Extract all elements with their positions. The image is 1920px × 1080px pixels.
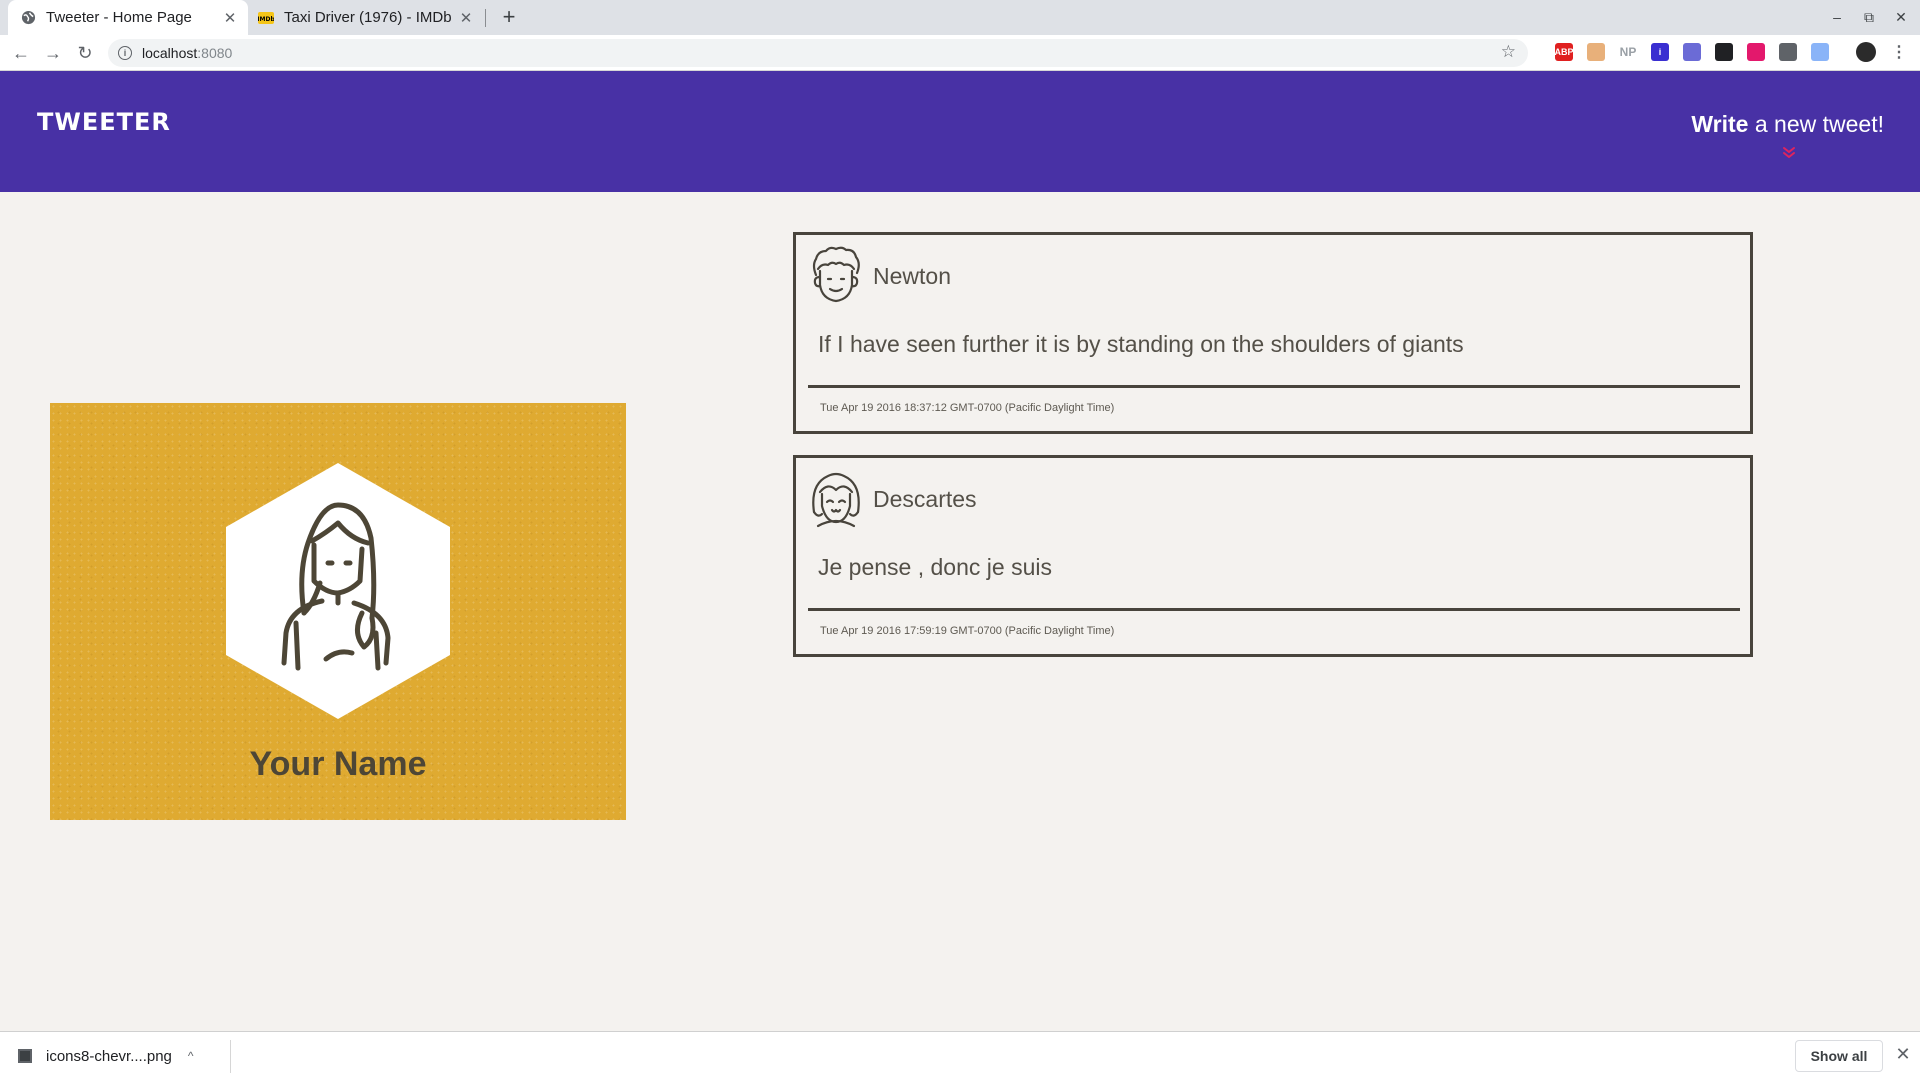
info-extension-icon[interactable]: i <box>1651 43 1669 61</box>
brand-logo[interactable]: TWEETER <box>37 108 171 136</box>
tab-tweeter-home[interactable]: Tweeter - Home Page ✕ <box>8 0 248 35</box>
minimize-icon[interactable]: – <box>1826 6 1848 28</box>
compose-label: a new tweet! <box>1748 111 1884 137</box>
tab-separator <box>485 9 486 27</box>
face-extension-icon[interactable] <box>1587 43 1605 61</box>
url-port: :8080 <box>197 45 233 61</box>
svg-text:IMDb: IMDb <box>258 16 274 23</box>
app-header: TWEETER Write a new tweet! <box>0 71 1920 192</box>
download-shelf: icons8-chevr....png ^ Show all ✕ <box>0 1031 1920 1080</box>
tab-title: Taxi Driver (1976) - IMDb <box>284 9 452 26</box>
url-host: localhost <box>142 45 198 61</box>
compose-bold-label: Write <box>1691 111 1749 137</box>
curly-hair-man-avatar-icon <box>812 246 860 303</box>
imdb-icon: IMDb <box>258 10 274 26</box>
profile-avatar-hexagon <box>226 463 450 719</box>
tweet-timestamp: Tue Apr 19 2016 18:37:12 GMT-0700 (Pacif… <box>820 402 1115 414</box>
bob-hair-avatar-icon <box>812 472 860 528</box>
tweet-author: Newton <box>873 263 951 289</box>
tweet-text: If I have seen further it is by standing… <box>818 331 1464 357</box>
close-window-icon[interactable]: ✕ <box>1890 6 1912 28</box>
tweet-card: Newton If I have seen further it is by s… <box>793 232 1753 434</box>
moon-extension-icon[interactable] <box>1747 43 1765 61</box>
file-icon <box>18 1049 32 1063</box>
download-filename: icons8-chevr....png <box>46 1047 172 1065</box>
tweet-text: Je pense , donc je suis <box>818 554 1052 580</box>
forward-icon[interactable]: → <box>40 40 66 66</box>
close-shelf-icon[interactable]: ✕ <box>1893 1044 1913 1064</box>
tweet-timestamp: Tue Apr 19 2016 17:59:19 GMT-0700 (Pacif… <box>820 625 1115 637</box>
browser-tab-strip: Tweeter - Home Page ✕ IMDb Taxi Driver (… <box>0 0 1920 35</box>
tab-title: Tweeter - Home Page <box>46 9 192 26</box>
sync-extension-icon[interactable] <box>1779 43 1797 61</box>
restore-icon[interactable]: ⧉ <box>1858 6 1880 28</box>
ghost-extension-icon[interactable] <box>1683 43 1701 61</box>
show-all-button[interactable]: Show all <box>1795 1040 1883 1072</box>
adblock-extension-icon[interactable]: ABP <box>1555 43 1574 61</box>
reload-icon[interactable]: ↻ <box>72 40 98 66</box>
double-chevron-down-icon[interactable] <box>1782 146 1796 160</box>
tweet-card: Descartes Je pense , donc je suis Tue Ap… <box>793 455 1753 657</box>
tweet-author: Descartes <box>873 486 977 512</box>
pip-extension-icon[interactable] <box>1715 43 1733 61</box>
tweet-divider <box>808 608 1740 611</box>
chevron-up-icon[interactable]: ^ <box>188 1049 194 1063</box>
bookmark-star-icon[interactable]: ☆ <box>1501 42 1516 62</box>
np-extension-icon[interactable]: NP <box>1619 43 1637 61</box>
globe-icon <box>20 10 36 26</box>
tab-imdb[interactable]: IMDb Taxi Driver (1976) - IMDb ✕ <box>248 0 484 35</box>
site-info-icon[interactable]: i <box>118 46 132 60</box>
address-bar[interactable]: i localhost:8080 ☆ <box>108 39 1528 67</box>
browser-menu-icon[interactable]: ⋮ <box>1890 43 1908 61</box>
profile-card: Your Name <box>50 403 626 820</box>
back-icon[interactable]: ← <box>8 40 34 66</box>
compass-extension-icon[interactable] <box>1811 43 1829 61</box>
shelf-divider <box>230 1040 231 1073</box>
new-tab-button[interactable]: + <box>496 4 522 30</box>
close-tab-icon[interactable]: ✕ <box>458 10 474 27</box>
profile-avatar[interactable] <box>1856 42 1876 62</box>
close-tab-icon[interactable]: ✕ <box>222 10 238 27</box>
tweet-divider <box>808 385 1740 388</box>
download-item[interactable]: icons8-chevr....png ^ <box>18 1042 194 1070</box>
write-new-tweet-button[interactable]: Write a new tweet! <box>1691 111 1884 138</box>
profile-name: Your Name <box>249 745 427 783</box>
